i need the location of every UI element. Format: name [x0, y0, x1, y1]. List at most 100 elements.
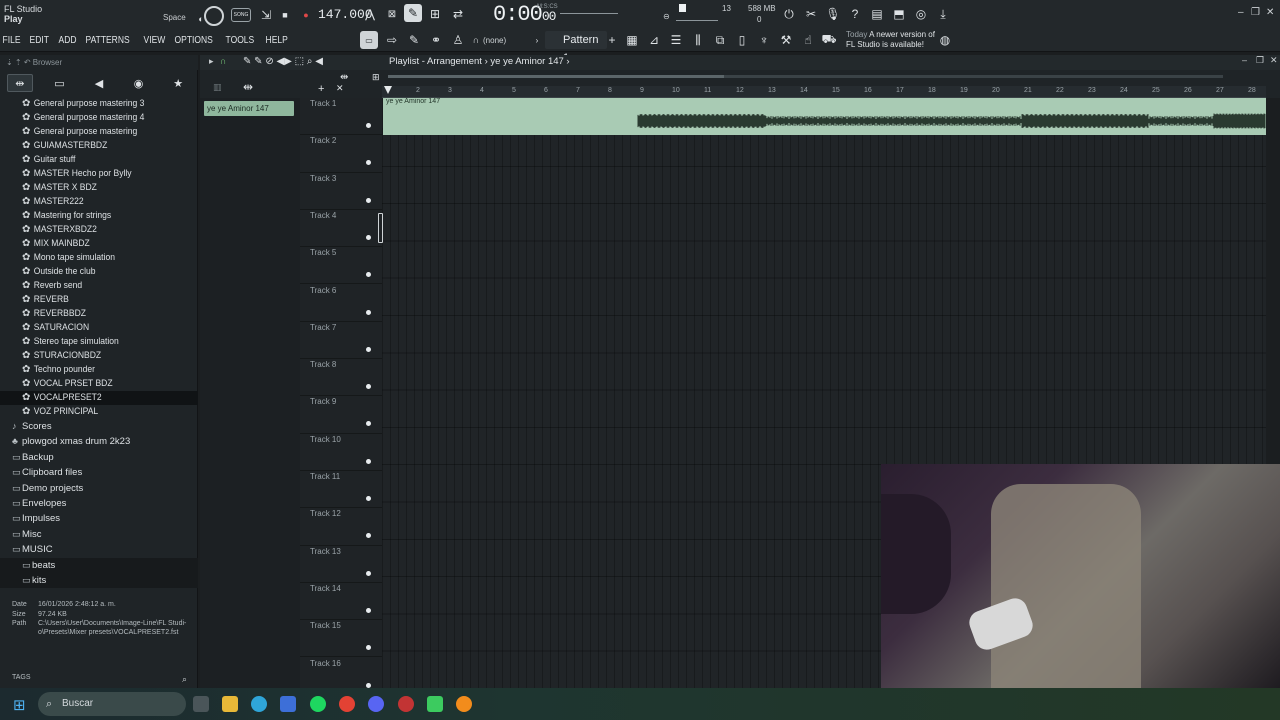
- windows-start-icon[interactable]: ⊞: [13, 696, 26, 714]
- preset-item[interactable]: VOZ PRINCIPAL: [0, 405, 198, 419]
- track-mute-button[interactable]: [366, 272, 371, 278]
- pattern-clip[interactable]: ye ye Aminor 147: [204, 101, 294, 116]
- preset-item[interactable]: General purpose mastering 3: [0, 97, 198, 111]
- track-mute-button[interactable]: [366, 384, 371, 390]
- track-header[interactable]: Track 15: [300, 620, 382, 658]
- news-panel[interactable]: Today A newer version of FL Studio is av…: [846, 30, 935, 50]
- track-mute-button[interactable]: [366, 197, 371, 203]
- play-arrow-icon[interactable]: ▸: [209, 56, 214, 67]
- menu-file[interactable]: FILE: [0, 33, 23, 49]
- taskbar-search[interactable]: ⌕ Buscar: [38, 692, 186, 716]
- scrollbar-thumb[interactable]: [388, 75, 724, 78]
- touch-icon[interactable]: ☝: [799, 31, 817, 49]
- preset-item[interactable]: SATURACION: [0, 321, 198, 335]
- folder-item[interactable]: ▭Backup: [0, 450, 198, 465]
- folder-item[interactable]: ▭Demo projects: [0, 481, 198, 496]
- add-pattern-icon[interactable]: +: [603, 31, 621, 49]
- menu-add[interactable]: ADD: [56, 33, 79, 49]
- track-header[interactable]: Track 7: [300, 322, 382, 360]
- master-pitch-slider[interactable]: [676, 20, 718, 21]
- track-selection-marker[interactable]: [378, 213, 383, 243]
- paint-icon[interactable]: ✎: [405, 31, 423, 49]
- track-header[interactable]: Track 3: [300, 173, 382, 210]
- plugin-icon[interactable]: ♆: [755, 31, 773, 49]
- horizontal-scrollbar[interactable]: [388, 75, 1223, 78]
- blend-notes-icon[interactable]: ✎: [404, 4, 422, 22]
- preset-item[interactable]: MASTER Hecho por Bylly: [0, 167, 198, 181]
- pattern-picker-icon[interactable]: ▥: [213, 82, 222, 93]
- remove-track-icon[interactable]: ✕: [336, 83, 344, 94]
- close-icon[interactable]: ✕: [1266, 7, 1274, 18]
- shop-icon[interactable]: ⛟: [820, 31, 838, 49]
- tools-icon[interactable]: ⚒: [777, 31, 795, 49]
- track-mute-button[interactable]: [366, 309, 371, 315]
- record-button[interactable]: ●: [297, 6, 315, 24]
- track-mute-button[interactable]: [366, 458, 371, 464]
- preset-item[interactable]: MASTERXBDZ2: [0, 223, 198, 237]
- pattern-arrow-icon[interactable]: ›: [528, 31, 546, 49]
- scroll-arrows-icon[interactable]: ⇹: [340, 72, 348, 83]
- piano-roll-icon[interactable]: ⊿: [645, 31, 663, 49]
- playlist-close-icon[interactable]: ✕: [1270, 55, 1278, 66]
- preset-item[interactable]: Mono tape simulation: [0, 251, 198, 265]
- preset-item[interactable]: Mastering for strings: [0, 209, 198, 223]
- menu-options[interactable]: OPTIONS: [172, 33, 215, 49]
- preset-item[interactable]: MASTER222: [0, 195, 198, 209]
- store-icon[interactable]: [280, 696, 296, 712]
- track-mute-button[interactable]: [366, 645, 371, 651]
- task-view-icon[interactable]: [193, 696, 209, 712]
- preset-item[interactable]: VOCALPRESET2: [0, 391, 198, 405]
- preset-item[interactable]: General purpose mastering 4: [0, 111, 198, 125]
- preset-item[interactable]: VOCAL PRSET BDZ: [0, 377, 198, 391]
- track-header[interactable]: Track 9: [300, 396, 382, 434]
- playlist-restore-icon[interactable]: ❐: [1256, 55, 1264, 66]
- track-header[interactable]: Track 11: [300, 471, 382, 509]
- chrome-icon[interactable]: [339, 696, 355, 712]
- draw-tool-icon[interactable]: ✎ ✎ ⊘ ◀▶ ⬚ ⌕ ◀: [243, 56, 323, 67]
- track-mute-button[interactable]: [366, 607, 371, 613]
- download-icon[interactable]: ⤓: [934, 5, 952, 23]
- browser-tab-plugins[interactable]: ◀: [86, 74, 112, 92]
- browser-tab-online[interactable]: ◉: [126, 74, 152, 92]
- kick-icon[interactable]: [427, 696, 443, 712]
- menu-help[interactable]: HELP: [263, 33, 290, 49]
- browser-tab-files[interactable]: ▭: [46, 74, 72, 92]
- folder-item[interactable]: ▭kits: [0, 572, 198, 589]
- plugin-picker-icon[interactable]: ⧉: [711, 31, 729, 49]
- count-in-icon[interactable]: ⊠: [383, 5, 401, 23]
- folder-item[interactable]: ▭Envelopes: [0, 496, 198, 511]
- help-icon[interactable]: ?: [846, 5, 864, 23]
- track-mute-button[interactable]: [366, 160, 371, 166]
- preset-item[interactable]: REVERBBDZ: [0, 307, 198, 321]
- panic-icon[interactable]: ⏻: [780, 5, 798, 23]
- snap-selector[interactable]: (none): [483, 36, 506, 45]
- track-mute-button[interactable]: [366, 123, 371, 128]
- track-header[interactable]: Track 8: [300, 359, 382, 397]
- track-mute-button[interactable]: [366, 533, 371, 539]
- mixer-icon[interactable]: ✂: [802, 5, 820, 23]
- browser-tab-favorites[interactable]: ★: [165, 74, 191, 92]
- song-mode-toggle[interactable]: SONG: [231, 8, 251, 22]
- save-icon[interactable]: ▤: [868, 5, 886, 23]
- browser-tab-all[interactable]: ⇹: [6, 74, 33, 92]
- add-track-icon[interactable]: +: [318, 83, 324, 95]
- preset-item[interactable]: MIX MAINBDZ: [0, 237, 198, 251]
- discord-icon[interactable]: [368, 696, 384, 712]
- preset-item[interactable]: Guitar stuff: [0, 153, 198, 167]
- globe-icon[interactable]: ◍: [936, 31, 954, 49]
- track-header[interactable]: Track 4: [300, 210, 382, 248]
- track-header[interactable]: Track 10: [300, 434, 382, 471]
- menu-view[interactable]: VIEW: [141, 33, 168, 49]
- main-volume-knob[interactable]: [204, 6, 224, 26]
- song-position-slider[interactable]: [560, 13, 618, 14]
- file-explorer-icon[interactable]: [222, 696, 238, 712]
- timeline-ruler[interactable]: 2 3 4 5 6 7 8 9 10 11 12 13 14 15 16 17 18 19 20 21 22 23 24 25…: [382, 86, 1266, 98]
- track-header[interactable]: Track 2: [300, 135, 382, 173]
- stop-button[interactable]: ■: [276, 6, 294, 24]
- arrangement-name[interactable]: ye ye Aminor 147: [490, 56, 563, 67]
- preset-item[interactable]: REVERB: [0, 293, 198, 307]
- pattern-mode-icon[interactable]: ⇲: [257, 6, 275, 24]
- folder-item[interactable]: ▭Misc: [0, 527, 198, 542]
- track-mute-button[interactable]: [366, 496, 371, 501]
- track-header[interactable]: Track 1: [300, 98, 382, 136]
